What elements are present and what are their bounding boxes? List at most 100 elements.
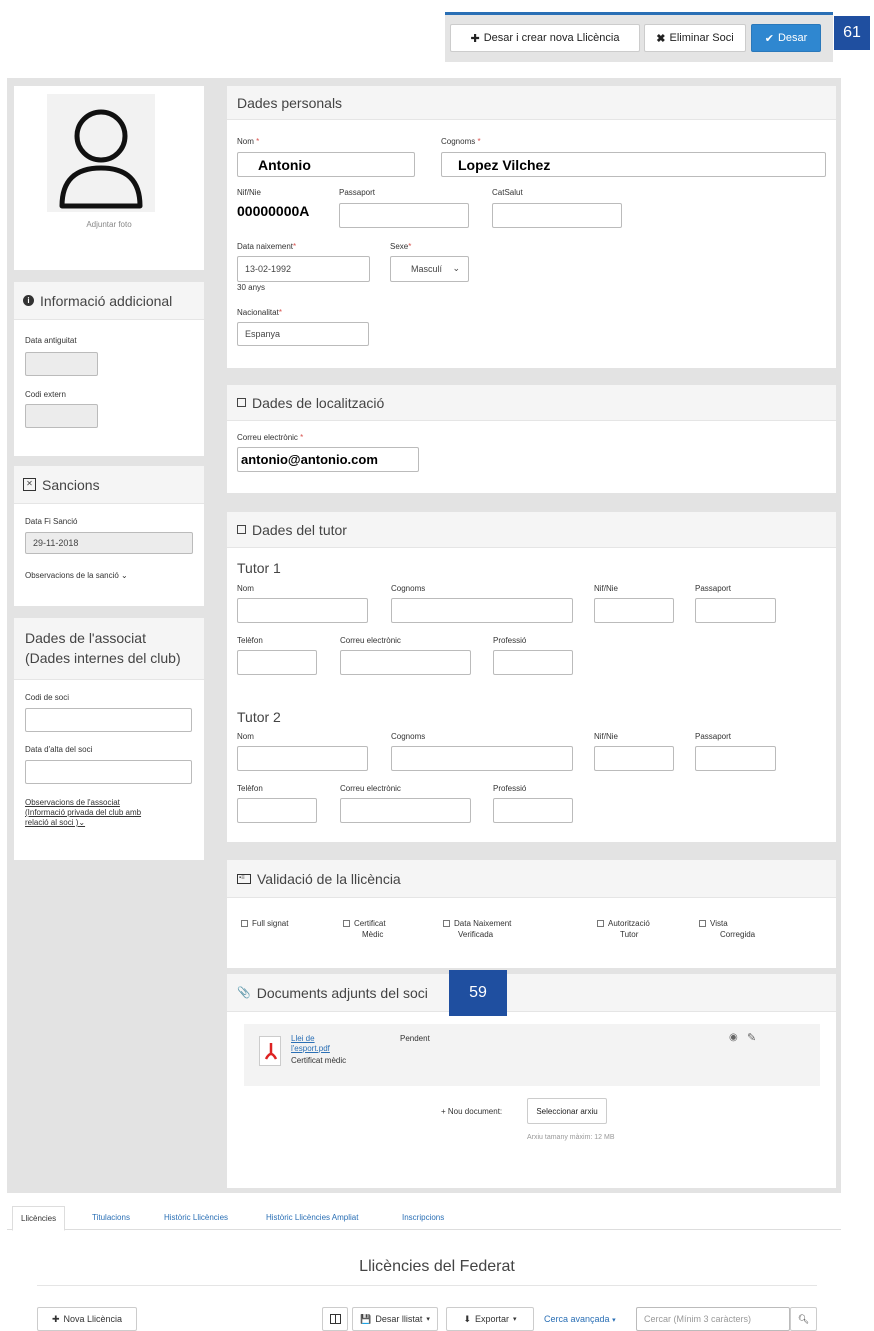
checkbox-box[interactable] [699, 920, 706, 927]
licenses-title: Llicències del Federat [359, 1258, 515, 1275]
tab-registrations[interactable]: Inscripcions [402, 1213, 444, 1222]
tutor1-title: Tutor 1 [237, 560, 281, 576]
columns-toggle-button[interactable] [322, 1307, 348, 1331]
location-panel: Dades de localització Correu electrònic … [227, 385, 836, 493]
advanced-search-toggle[interactable]: Cerca avançada ▾ [544, 1314, 616, 1324]
eye-icon[interactable]: ◉ [729, 1032, 738, 1043]
sanctions-panel: ✕ Sancions Data Fi Sanció 29-11-2018 Obs… [14, 466, 204, 606]
tutor2-nif-input[interactable] [594, 746, 674, 771]
checkbox-box[interactable] [443, 920, 450, 927]
document-name-link[interactable]: Llei de l'esport.pdf [291, 1034, 330, 1054]
birth-date-input[interactable]: 13-02-1992 [237, 256, 370, 282]
tutor2-phone-label: Telèfon [237, 784, 263, 793]
email-input[interactable]: antonio@antonio.com [237, 447, 419, 472]
licenses-search-input[interactable]: Cercar (Mínim 3 caràcters) [636, 1307, 790, 1331]
personal-data-header: Dades personals [227, 86, 836, 120]
tutor2-passport-input[interactable] [695, 746, 776, 771]
catsalut-label: CatSalut [492, 188, 523, 197]
tutor2-name-label: Nom [237, 732, 254, 741]
tutor2-name-input[interactable] [237, 746, 368, 771]
download-icon: ⬇ [463, 1313, 471, 1324]
tutor1-surname-label: Cognoms [391, 584, 426, 593]
save-and-new-license-button[interactable]: ✚ Desar i crear nova Llicència [450, 24, 640, 52]
checkbox-box[interactable] [597, 920, 604, 927]
tutor2-nif-label: Nif/Nie [594, 732, 619, 741]
save-list-button[interactable]: 💾 Desar llistat ▾ [352, 1307, 438, 1331]
tutor1-profession-input[interactable] [493, 650, 573, 675]
tutor2-surname-input[interactable] [391, 746, 573, 771]
tutor1-phone-input[interactable] [237, 650, 317, 675]
columns-icon [329, 1314, 341, 1324]
surname-input[interactable]: Lopez Vilchez [441, 152, 826, 177]
full-signed-checkbox[interactable]: Full signat [241, 918, 288, 929]
license-validation-panel: ▪≡ Validació de la llicència Full signat… [227, 860, 836, 968]
sanction-observations-toggle[interactable]: Observacions de la sanció ⌄ [25, 571, 128, 580]
documents-header: 📎 Documents adjunts del soci [227, 974, 836, 1012]
times-icon: ✖ [656, 32, 666, 45]
attach-photo-link[interactable]: Adjuntar foto [14, 220, 204, 229]
age-text: 30 anys [237, 283, 266, 292]
tutor1-name-input[interactable] [237, 598, 368, 623]
tutor-auth-checkbox[interactable]: Autorització Tutor [597, 918, 650, 940]
birth-verified-checkbox[interactable]: Data Naixement Verificada [443, 918, 511, 940]
external-code-label: Codi extern [25, 390, 66, 399]
paperclip-icon: 📎 [237, 987, 251, 999]
tutor2-phone-input[interactable] [237, 798, 317, 823]
nif-input[interactable]: 00000000A [237, 200, 323, 222]
birth-date-label: Data naixement* [237, 242, 297, 251]
tutor2-passport-label: Passaport [695, 732, 732, 741]
tutor1-nif-label: Nif/Nie [594, 584, 619, 593]
seniority-date-input[interactable] [25, 352, 98, 376]
passport-input[interactable] [339, 203, 469, 228]
tab-titulations[interactable]: Titulacions [92, 1213, 130, 1222]
tutor2-email-input[interactable] [340, 798, 471, 823]
sex-label: Sexe* [390, 242, 412, 251]
checkbox-box[interactable] [343, 920, 350, 927]
associate-observations-toggle[interactable]: Observacions de l'associat (Informació p… [25, 798, 141, 828]
tutor2-profession-label: Professió [493, 784, 527, 793]
tutor2-profession-input[interactable] [493, 798, 573, 823]
top-toolbar: ✚ Desar i crear nova Llicència ✖ Elimina… [445, 12, 833, 62]
external-code-input[interactable] [25, 404, 98, 428]
tutor1-surname-input[interactable] [391, 598, 573, 623]
location-header: Dades de localització [227, 385, 836, 421]
tab-license-history-extended[interactable]: Històric Llicències Ampliat [266, 1213, 358, 1222]
avatar-placeholder[interactable] [47, 94, 155, 212]
delete-member-button[interactable]: ✖ Eliminar Soci [644, 24, 746, 52]
name-label: Nom * [237, 137, 260, 146]
tutor2-email-label: Correu electrònic [340, 784, 401, 793]
id-card-icon: ▪≡ [237, 873, 251, 884]
caret-down-icon: ▾ [426, 1316, 430, 1323]
sanction-end-date-input[interactable]: 29-11-2018 [25, 532, 193, 554]
associate-header: Dades de l'associat (Dades internes del … [14, 618, 204, 680]
new-license-button[interactable]: ✚ Nova Llicència [37, 1307, 137, 1331]
member-code-input[interactable] [25, 708, 192, 732]
document-type: Certificat mèdic [291, 1056, 347, 1065]
sex-select[interactable]: Masculí ⌄ [390, 256, 469, 282]
annotation-badge-61: 61 [834, 16, 870, 50]
name-input[interactable]: Antonio [237, 152, 415, 177]
export-button[interactable]: ⬇ Exportar ▾ [446, 1307, 534, 1331]
tutor1-passport-input[interactable] [695, 598, 776, 623]
tab-license-history[interactable]: Històric Llicències [164, 1213, 228, 1222]
signup-date-input[interactable] [25, 760, 192, 784]
nationality-input[interactable]: Espanya [237, 322, 369, 346]
tutor-panel: Dades del tutor Tutor 1 Nom Cognoms Nif/… [227, 512, 836, 842]
photo-panel: Adjuntar foto [14, 86, 204, 270]
additional-info-header: i Informació addicional [14, 282, 204, 320]
search-button[interactable]: 🔍︎ [790, 1307, 817, 1331]
corrected-view-checkbox[interactable]: Vista Corregida [699, 918, 755, 940]
medical-cert-checkbox[interactable]: Certificat Mèdic [343, 918, 386, 940]
tutor1-nif-input[interactable] [594, 598, 674, 623]
chevron-down-icon: ⌄ [452, 263, 460, 273]
select-file-button[interactable]: Seleccionar arxiu [527, 1098, 607, 1124]
tutor1-name-label: Nom [237, 584, 254, 593]
tab-licenses[interactable]: Llicències [12, 1206, 66, 1231]
catsalut-input[interactable] [492, 203, 622, 228]
checkbox-box[interactable] [241, 920, 248, 927]
pdf-file-icon [259, 1036, 281, 1066]
tutor1-email-input[interactable] [340, 650, 471, 675]
pencil-icon[interactable]: ✎ [747, 1031, 756, 1044]
tutor1-passport-label: Passaport [695, 584, 732, 593]
save-button[interactable]: ✔ Desar [751, 24, 821, 52]
